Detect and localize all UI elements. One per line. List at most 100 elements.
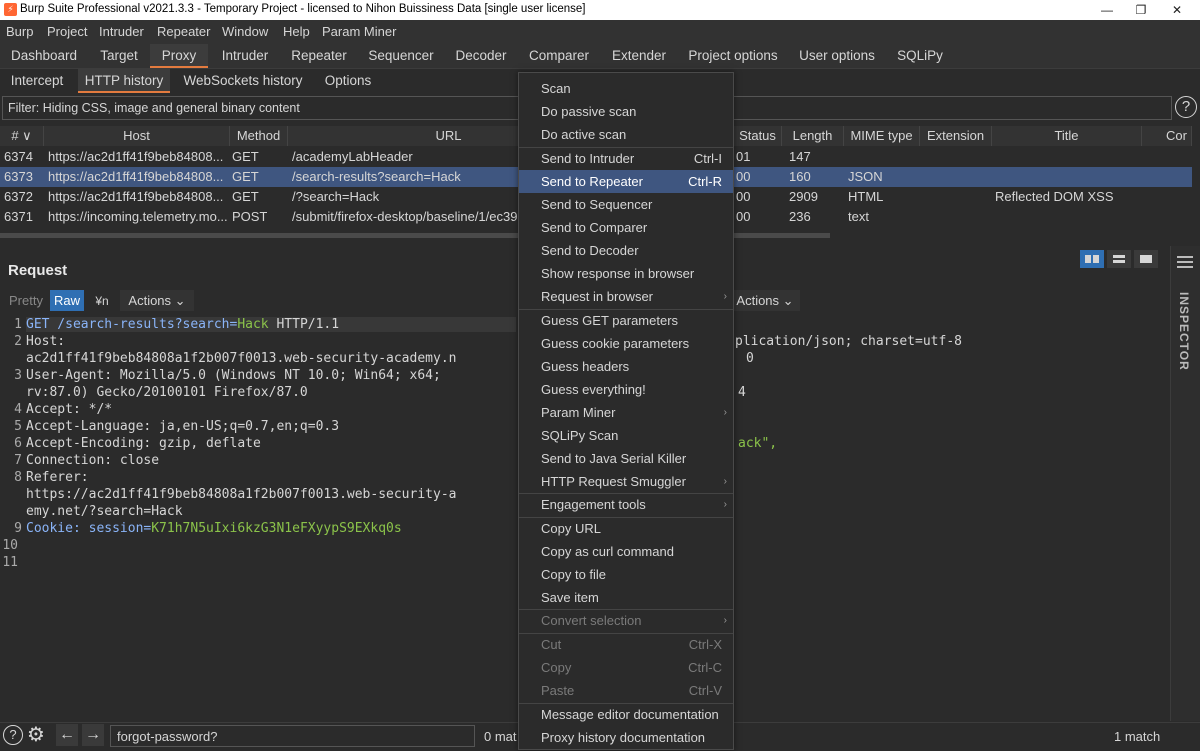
request-actions-button[interactable]: Actions ⌄ (120, 290, 194, 311)
tab-http-history[interactable]: HTTP history (78, 69, 170, 93)
single-pane-icon[interactable] (1134, 250, 1158, 268)
code-line: Accept-Language: ja,en-US;q=0.7,en;q=0.3 (26, 419, 340, 434)
menu-item-send-to-java-serial-killer[interactable]: Send to Java Serial Killer (519, 447, 733, 470)
close-button[interactable]: ✕ (1154, 0, 1200, 20)
line-number: 10 (2, 538, 18, 553)
menu-item-save-item[interactable]: Save item (519, 586, 733, 609)
menu-repeater[interactable]: Repeater (157, 24, 210, 39)
menu-item-guess-everything[interactable]: Guess everything! (519, 378, 733, 401)
code-line: Host: (26, 334, 66, 349)
tab-user-options[interactable]: User options (792, 44, 882, 68)
col-header-extension[interactable]: Extension (920, 126, 992, 146)
menu-item-param-miner[interactable]: Param Miner › (519, 401, 733, 424)
cell-host: https://ac2d1ff41f9beb84808... (48, 149, 224, 164)
menu-intruder[interactable]: Intruder (99, 24, 144, 39)
code-line: User-Agent: Mozilla/5.0 (Windows NT 10.0… (26, 368, 441, 383)
menu-item-active-scan[interactable]: Do active scan (519, 123, 733, 146)
settings-gear-icon[interactable]: ⚙ (27, 723, 45, 747)
tab-sqlipy[interactable]: SQLiPy (892, 44, 948, 68)
split-vertical-icon[interactable] (1107, 250, 1131, 268)
menu-item-request-in-browser[interactable]: Request in browser › (519, 285, 733, 308)
col-header-number[interactable]: # ∨ (0, 126, 44, 146)
col-header-method[interactable]: Method (230, 126, 288, 146)
line-number: 9 (14, 521, 22, 536)
help-icon[interactable]: ? (1175, 96, 1197, 118)
menu-item-scan[interactable]: Scan (519, 77, 733, 100)
menu-help[interactable]: Help (283, 24, 310, 39)
col-header-comment[interactable]: Cor (1142, 126, 1192, 146)
menu-item-send-to-repeater[interactable]: Send to Repeater Ctrl-R (519, 170, 733, 193)
forward-arrow-icon[interactable]: → (82, 724, 104, 746)
menu-item-sqlipy-scan[interactable]: SQLiPy Scan (519, 424, 733, 447)
menu-item-label: Do passive scan (541, 104, 637, 119)
response-actions-button[interactable]: Actions ⌄ (730, 290, 800, 311)
cell-mime: text (848, 209, 869, 224)
menu-item-copy-as-curl[interactable]: Copy as curl command (519, 540, 733, 563)
tab-options[interactable]: Options (318, 69, 378, 93)
cell-id: 6373 (4, 169, 33, 184)
col-header-mime[interactable]: MIME type (844, 126, 920, 146)
tab-sequencer[interactable]: Sequencer (362, 44, 440, 68)
menu-item-send-to-intruder[interactable]: Send to Intruder Ctrl-I (519, 147, 733, 170)
menu-item-send-to-decoder[interactable]: Send to Decoder (519, 239, 733, 262)
menu-item-paste: Paste Ctrl-V (519, 679, 733, 702)
help-icon[interactable]: ? (3, 725, 23, 745)
cell-length: 236 (789, 209, 811, 224)
cell-status: 01 (736, 149, 751, 164)
menu-item-send-to-sequencer[interactable]: Send to Sequencer (519, 193, 733, 216)
inspector-menu-icon-line (1177, 261, 1193, 263)
menu-item-guess-cookie-parameters[interactable]: Guess cookie parameters (519, 332, 733, 355)
col-header-host[interactable]: Host (44, 126, 230, 146)
tab-dashboard[interactable]: Dashboard (2, 44, 86, 68)
menu-item-copy-to-file[interactable]: Copy to file (519, 563, 733, 586)
menu-item-message-editor-docs[interactable]: Message editor documentation (519, 703, 733, 726)
tab-proxy[interactable]: Proxy (150, 44, 208, 68)
menu-window[interactable]: Window (222, 24, 268, 39)
menu-project[interactable]: Project (47, 24, 87, 39)
menu-item-proxy-history-docs[interactable]: Proxy history documentation (519, 726, 733, 749)
menu-item-engagement-tools[interactable]: Engagement tools › (519, 493, 733, 516)
tab-repeater[interactable]: Repeater (286, 44, 352, 68)
menu-item-show-response-in-browser[interactable]: Show response in browser (519, 262, 733, 285)
menu-param-miner[interactable]: Param Miner (322, 24, 396, 39)
tab-decoder[interactable]: Decoder (450, 44, 512, 68)
tab-websockets-history[interactable]: WebSockets history (180, 69, 306, 93)
menu-item-http-request-smuggler[interactable]: HTTP Request Smuggler › (519, 470, 733, 493)
response-line: ack", (738, 436, 778, 451)
menu-item-copy-url[interactable]: Copy URL (519, 517, 733, 540)
code-line: emy.net/?search=Hack (26, 504, 183, 519)
col-header-length[interactable]: Length (782, 126, 844, 146)
tab-intruder[interactable]: Intruder (212, 44, 278, 68)
tab-project-options[interactable]: Project options (684, 44, 782, 68)
menu-shortcut: Ctrl-V (688, 683, 722, 698)
submenu-arrow-icon: › (723, 476, 727, 487)
split-horizontal-icon[interactable] (1080, 250, 1104, 268)
menu-item-guess-get-parameters[interactable]: Guess GET parameters (519, 309, 733, 332)
menu-item-label: Send to Java Serial Killer (541, 451, 687, 466)
menu-item-label: Copy URL (541, 521, 601, 536)
cell-host: https://incoming.telemetry.mo... (48, 209, 228, 224)
tab-target[interactable]: Target (90, 44, 148, 68)
chevron-down-icon: ⌄ (782, 293, 794, 308)
tab-raw[interactable]: Raw (50, 290, 84, 311)
match-count: 0 mat (484, 729, 517, 744)
inspector-label[interactable]: INSPECTOR (1177, 292, 1191, 371)
match-count: 1 match (1114, 729, 1161, 744)
cell-length: 2909 (789, 189, 818, 204)
cell-length: 147 (789, 149, 811, 164)
back-arrow-icon[interactable]: ← (56, 724, 78, 746)
cell-url: /academyLabHeader (292, 149, 413, 164)
tab-intercept[interactable]: Intercept (4, 69, 70, 93)
tab-pretty[interactable]: Pretty (4, 290, 48, 311)
tab-extender[interactable]: Extender (606, 44, 672, 68)
menu-item-send-to-comparer[interactable]: Send to Comparer (519, 216, 733, 239)
col-header-title[interactable]: Title (992, 126, 1142, 146)
menu-item-guess-headers[interactable]: Guess headers (519, 355, 733, 378)
inspector-menu-icon[interactable] (1177, 256, 1193, 258)
search-input[interactable]: forgot-password? (110, 725, 475, 747)
tab-newline[interactable]: ¥n (88, 290, 116, 311)
menu-burp[interactable]: Burp (6, 24, 33, 39)
menu-item-passive-scan[interactable]: Do passive scan (519, 100, 733, 123)
col-header-status[interactable]: Status (734, 126, 782, 146)
tab-comparer[interactable]: Comparer (524, 44, 594, 68)
